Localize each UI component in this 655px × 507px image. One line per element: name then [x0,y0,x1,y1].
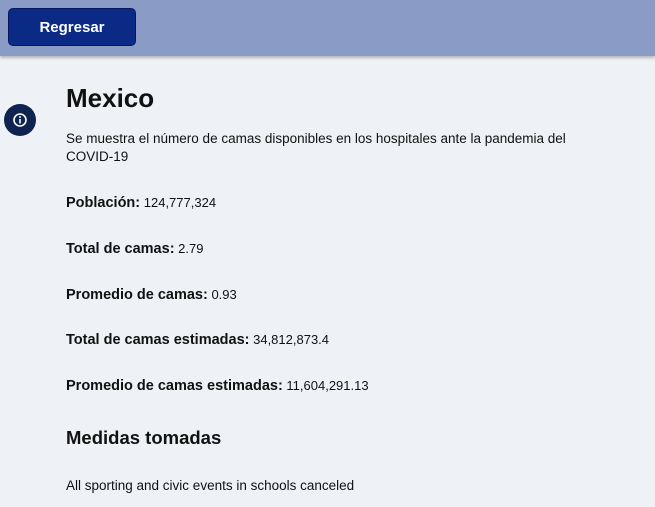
page-description: Se muestra el número de camas disponible… [66,131,566,164]
stat-total-beds: Total de camas: 2.79 [66,240,203,258]
stat-estimated-average-beds: Promedio de camas estimadas: 11,604,291.… [66,377,369,395]
back-button[interactable]: Regresar [8,8,136,46]
stat-label: Total de camas: [66,241,175,257]
stat-value: 2.79 [178,241,204,256]
top-bar: Regresar [0,0,655,56]
stat-label: Población: [66,195,141,211]
stat-label: Promedio de camas estimadas: [66,378,283,394]
measure-item: All sporting and civic events in schools… [66,478,355,493]
stat-label: Total de camas estimadas: [66,332,250,348]
measures-heading: Medidas tomadas [66,427,222,448]
info-icon [12,112,28,128]
stat-value: 34,812,873.4 [253,332,330,347]
info-button[interactable] [4,104,36,136]
stat-population: Población: 124,777,324 [66,194,216,212]
stat-label: Promedio de camas: [66,287,208,303]
stat-value: 11,604,291.13 [286,378,369,393]
country-detail: Mexico Se muestra el número de camas dis… [66,82,586,493]
stat-estimated-total-beds: Total de camas estimadas: 34,812,873.4 [66,331,329,349]
page-title: Mexico [66,83,155,113]
stat-value: 124,777,324 [143,195,217,210]
stat-value: 0.93 [211,287,237,302]
stat-average-beds: Promedio de camas: 0.93 [66,286,237,304]
